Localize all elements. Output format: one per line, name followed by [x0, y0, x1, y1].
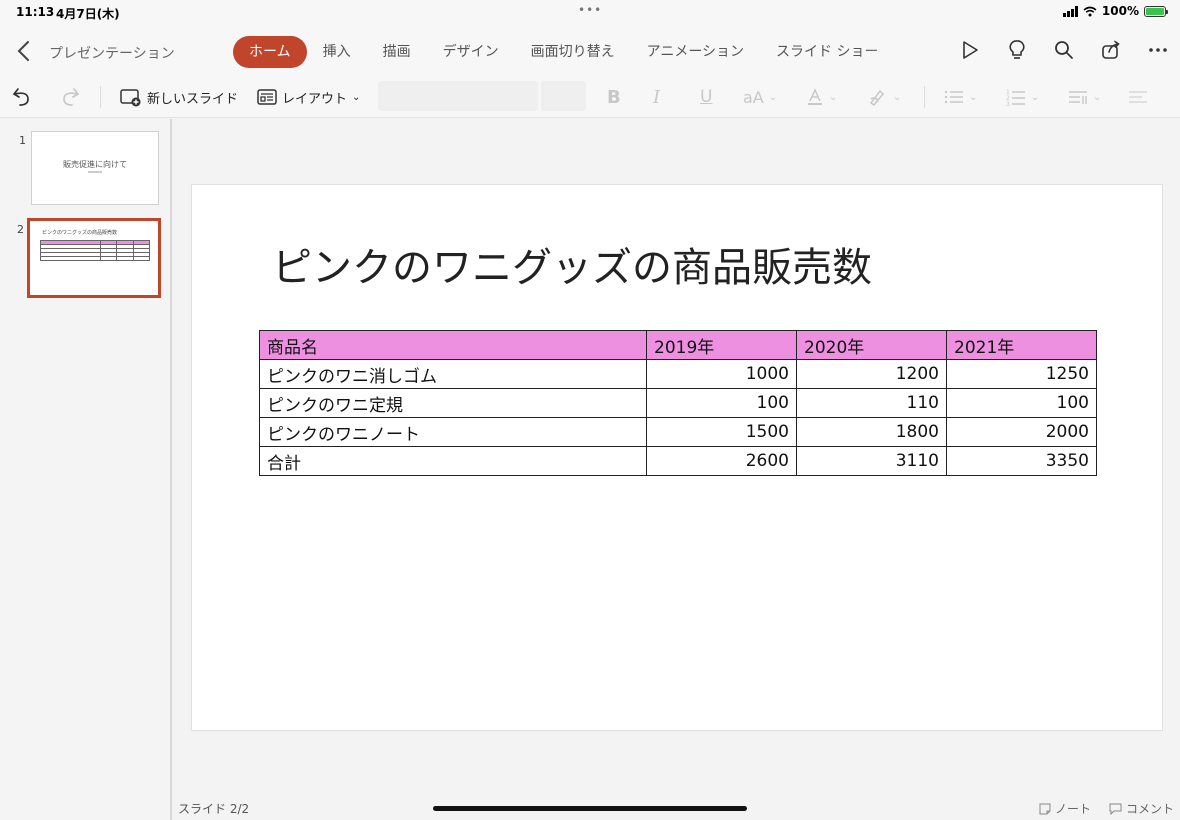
svg-text:3: 3 [1006, 101, 1010, 106]
multitask-dots[interactable]: ••• [578, 3, 602, 17]
comment-icon [1109, 803, 1122, 815]
table-row: ピンクのワニ定規 100 110 100 [259, 388, 1097, 418]
table-cell[interactable]: 1200 [796, 359, 947, 389]
table-cell[interactable]: 2600 [646, 446, 797, 476]
status-date: 4月7日(木) [56, 7, 120, 21]
back-chevron-icon[interactable] [14, 40, 34, 62]
ribbon-tabs: ホーム 挿入 描画 デザイン 画面切り替え アニメーション スライド ショー [233, 36, 895, 68]
layout-icon [257, 89, 277, 105]
wifi-icon [1083, 6, 1097, 16]
search-icon[interactable] [1052, 38, 1076, 62]
sales-table[interactable]: 商品名 2019年 2020年 2021年 ピンクのワニ消しゴム 1000 12… [259, 330, 1097, 476]
header-actions [958, 38, 1170, 62]
highlight-icon[interactable]: ⌄ [868, 84, 901, 110]
thumbnail-title: ピンクのワニグッズの商品販売数 [42, 230, 118, 236]
battery-icon [1144, 5, 1168, 17]
table-header-cell[interactable]: 2019年 [646, 330, 797, 360]
table-cell[interactable]: 2000 [946, 417, 1097, 447]
table-cell[interactable]: ピンクのワニノート [259, 417, 647, 447]
play-icon[interactable] [958, 38, 982, 62]
table-cell[interactable]: 合計 [259, 446, 647, 476]
new-slide-label: 新しいスライド [147, 91, 239, 107]
notes-label: ノート [1054, 802, 1091, 816]
comments-label: コメント [1125, 802, 1174, 816]
table-header-cell[interactable]: 商品名 [259, 330, 647, 360]
align-icon[interactable] [1128, 84, 1152, 110]
font-color-icon[interactable]: ⌄ [806, 84, 837, 110]
home-indicator[interactable] [433, 806, 747, 811]
numbering-icon[interactable]: 1 2 3 ⌄ [1006, 84, 1039, 110]
layout-button[interactable]: レイアウト ⌄ [257, 84, 360, 110]
new-slide-button[interactable]: 新しいスライド [120, 84, 238, 110]
more-icon[interactable] [1146, 38, 1170, 62]
table-header-cell[interactable]: 2020年 [796, 330, 947, 360]
thumbnail-number: 2 [17, 223, 24, 236]
thumbnail-number: 1 [19, 134, 26, 147]
slide-title[interactable]: ピンクのワニグッズの商品販売数 [272, 235, 872, 293]
lightbulb-icon[interactable] [1005, 38, 1029, 62]
italic-icon[interactable]: I [653, 84, 660, 110]
font-size-field[interactable] [541, 81, 586, 111]
notes-button[interactable]: ノート [1039, 800, 1091, 817]
table-cell[interactable]: 100 [946, 388, 1097, 418]
slide-canvas[interactable]: ピンクのワニグッズの商品販売数 商品名 2019年 2020年 2021年 ピン… [191, 184, 1163, 731]
tab-animations[interactable]: アニメーション [631, 36, 760, 68]
font-name-field[interactable] [378, 81, 538, 111]
table-cell[interactable]: 1800 [796, 417, 947, 447]
table-header-cell[interactable]: 2021年 [946, 330, 1097, 360]
table-cell[interactable]: 3350 [946, 446, 1097, 476]
table-cell[interactable]: 1000 [646, 359, 797, 389]
comments-button[interactable]: コメント [1109, 800, 1174, 817]
font-size-icon[interactable]: aA ⌄ [743, 84, 777, 110]
undo-button[interactable] [12, 84, 34, 110]
redo-button[interactable] [58, 84, 80, 110]
status-time: 11:13 [16, 5, 55, 19]
slide-thumbnail-panel: 1 販売促進に向けて 2 ピンクのワニグッズの商品販売数 [0, 119, 172, 820]
toolbar-divider [100, 86, 101, 108]
new-slide-icon [120, 89, 141, 107]
table-cell[interactable]: 1250 [946, 359, 1097, 389]
tab-insert[interactable]: 挿入 [307, 36, 367, 68]
table-cell[interactable]: 3110 [796, 446, 947, 476]
formatting-toolbar: 新しいスライド レイアウト ⌄ B I U aA ⌄ ⌄ ⌄ ⌄ 1 2 3 ⌄ ⌄ [0, 76, 1180, 118]
slide-counter: スライド 2/2 [178, 802, 250, 816]
bold-icon[interactable]: B [607, 84, 621, 110]
layout-label: レイアウト [282, 91, 348, 107]
status-right: 100% [1062, 4, 1168, 18]
redo-icon [63, 88, 80, 106]
table-cell[interactable]: 100 [646, 388, 797, 418]
table-row-total: 合計 2600 3110 3350 [259, 446, 1097, 476]
status-bar: 11:13 4月7日(木) ••• 100% [0, 0, 1180, 24]
thumbnail-subtitle-placeholder [88, 171, 102, 173]
share-icon[interactable] [1099, 38, 1123, 62]
battery-percent: 100% [1101, 4, 1139, 18]
notes-icon [1039, 803, 1051, 814]
tab-transitions[interactable]: 画面切り替え [515, 36, 631, 68]
table-cell[interactable]: ピンクのワニ消しゴム [259, 359, 647, 389]
undo-icon [12, 88, 29, 106]
tab-design[interactable]: デザイン [427, 36, 515, 68]
thumbnail-title: 販売促進に向けて [63, 160, 127, 169]
underline-icon[interactable]: U [700, 84, 712, 110]
table-cell[interactable]: ピンクのワニ定規 [259, 388, 647, 418]
tab-draw[interactable]: 描画 [367, 36, 427, 68]
table-header-row: 商品名 2019年 2020年 2021年 [259, 330, 1097, 360]
cellular-signal-icon [1062, 5, 1078, 17]
table-row: ピンクのワニ消しゴム 1000 1200 1250 [259, 359, 1097, 389]
toolbar-divider [924, 86, 925, 108]
slide-thumbnail-1[interactable]: 販売促進に向けて [31, 131, 159, 205]
bullets-icon[interactable]: ⌄ [944, 84, 977, 110]
slide-thumbnail-2[interactable]: ピンクのワニグッズの商品販売数 [27, 218, 161, 298]
table-row: ピンクのワニノート 1500 1800 2000 [259, 417, 1097, 447]
thumbnail-mini-table [40, 240, 151, 261]
footer-actions: ノート コメント [1039, 800, 1174, 817]
table-cell[interactable]: 1500 [646, 417, 797, 447]
chevron-down-icon: ⌄ [352, 91, 361, 103]
document-title[interactable]: プレゼンテーション [49, 43, 175, 63]
tab-home[interactable]: ホーム [233, 36, 307, 68]
ribbon-tab-row: プレゼンテーション ホーム 挿入 描画 デザイン 画面切り替え アニメーション … [0, 24, 1180, 76]
tab-fade [860, 36, 945, 68]
table-cell[interactable]: 110 [796, 388, 947, 418]
paragraph-icon[interactable]: ⌄ [1068, 84, 1101, 110]
